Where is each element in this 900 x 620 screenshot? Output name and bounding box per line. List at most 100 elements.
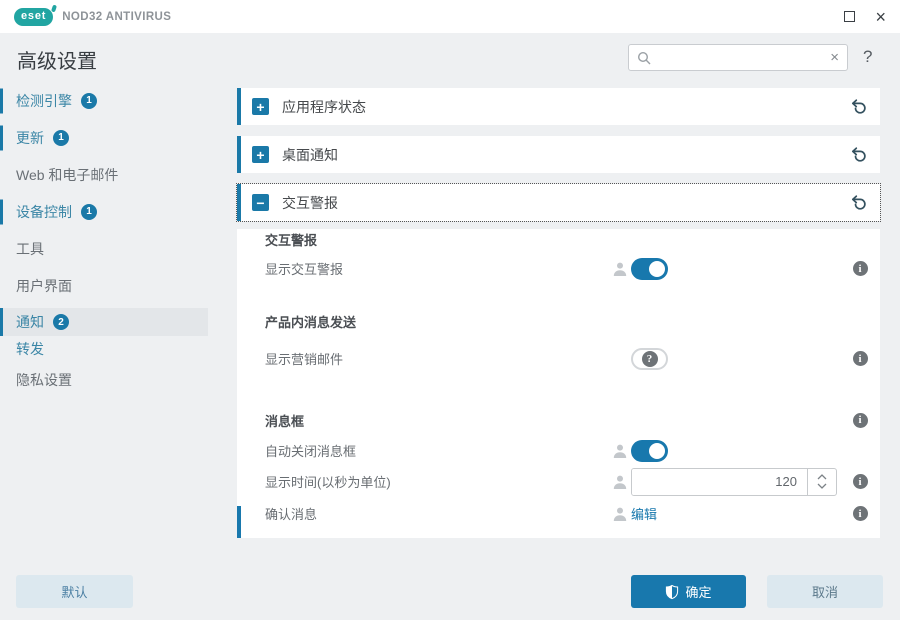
group-heading-label: 消息框 [265, 413, 305, 429]
uac-shield-icon [666, 584, 679, 599]
display-time-input-group [631, 467, 837, 496]
setting-label: 显示交互警报 [265, 262, 344, 277]
info-slot: i [852, 412, 868, 428]
sidebar-item-label: 设备控制 [16, 203, 72, 220]
display-time-input[interactable] [632, 468, 807, 495]
sidebar-item-forwarding[interactable]: 转发 [0, 336, 235, 361]
control-column: 编辑 [631, 504, 837, 523]
section-title: 桌面通知 [282, 146, 338, 163]
modified-indicator [0, 199, 3, 224]
default-button[interactable]: 默认 [16, 575, 133, 608]
window-controls: × [844, 8, 886, 26]
group-heading-label: 交互警报 [265, 232, 318, 248]
section-title: 交互警报 [282, 194, 338, 211]
eset-logo: eset [14, 4, 58, 26]
group-heading-interactive-alerts: 交互警报 [237, 229, 880, 249]
help-icon[interactable]: ? [863, 47, 872, 67]
setting-label: 显示时间(以秒为单位) [265, 475, 391, 490]
sidebar-item-web-email[interactable]: Web 和电子邮件 [0, 156, 235, 193]
sidebar-item-privacy-settings[interactable]: 隐私设置 [0, 361, 235, 398]
group-heading-label: 产品内消息发送 [265, 314, 357, 330]
toggle-auto-close-message-boxes[interactable] [631, 439, 668, 462]
sidebar-item-label: 用户界面 [16, 277, 72, 294]
titlebar: eset NOD32 ANTIVIRUS × [0, 0, 900, 33]
group-heading-message-boxes: 消息框 i [237, 410, 880, 430]
control-column [631, 257, 837, 280]
control-column [631, 439, 837, 462]
user-icon [612, 506, 628, 522]
modified-setting-marker [237, 506, 241, 538]
search-input[interactable] [657, 50, 825, 65]
control-column [631, 467, 837, 496]
eset-logo-text: eset [21, 9, 47, 22]
info-slot: i [852, 261, 868, 276]
cancel-button[interactable]: 取消 [767, 575, 883, 608]
section-interactive-alerts[interactable]: − 交互警报 [236, 183, 881, 222]
setting-row-show-interactive-alerts: 显示交互警报 i [237, 253, 880, 284]
search-clear-icon[interactable]: × [830, 50, 839, 65]
number-spinner [807, 468, 836, 495]
sidebar-item-update[interactable]: 更新 1 [0, 119, 235, 156]
expand-icon: + [252, 98, 269, 115]
collapse-icon: − [252, 194, 269, 211]
sidebar-item-user-interface[interactable]: 用户界面 [0, 267, 235, 304]
sidebar-item-notifications[interactable]: 通知 2 [0, 308, 208, 336]
ok-button[interactable]: 确定 [631, 575, 746, 608]
section-application-statuses[interactable]: + 应用程序状态 [237, 88, 880, 125]
maximize-button[interactable] [844, 11, 856, 22]
interactive-alerts-panel: 交互警报 显示交互警报 i 产品内消息发送 显示营销邮件 ? i 消息框 i 自… [237, 229, 880, 538]
ok-button-label: 确定 [685, 585, 712, 600]
sidebar-item-label: Web 和电子邮件 [16, 166, 119, 183]
expand-icon: + [252, 146, 269, 163]
search-box[interactable]: × [628, 44, 848, 71]
toggle-knob [649, 260, 665, 277]
notification-badge: 1 [53, 129, 69, 146]
close-button[interactable]: × [875, 8, 886, 26]
control-column: ? [631, 347, 837, 370]
product-name: NOD32 ANTIVIRUS [62, 10, 172, 23]
modified-indicator [0, 88, 3, 113]
setting-row-show-marketing-email: 显示营销邮件 ? i [237, 343, 880, 374]
info-icon[interactable]: i [852, 506, 868, 521]
reset-to-default-button[interactable] [850, 98, 867, 115]
info-slot: i [852, 351, 868, 366]
user-icon [612, 474, 628, 490]
info-icon[interactable]: i [852, 474, 868, 489]
notification-badge: 2 [53, 314, 69, 330]
toggle-show-interactive-alerts[interactable] [631, 257, 668, 280]
setting-row-auto-close-message-boxes: 自动关闭消息框 [237, 435, 880, 466]
user-icon [612, 443, 628, 459]
setting-label: 确认消息 [265, 507, 318, 522]
settings-main: + 应用程序状态 + 桌面通知 − 交互警报 交互警报 显示交互警报 i 产品内… [236, 88, 881, 538]
toggle-show-marketing-email-unknown[interactable]: ? [631, 347, 668, 370]
section-title: 应用程序状态 [282, 98, 366, 115]
setting-row-display-time-seconds: 显示时间(以秒为单位) i [237, 466, 880, 497]
undo-icon [851, 195, 866, 210]
setting-row-confirmation-messages: 确认消息 编辑 i [237, 498, 880, 529]
notification-badge: 1 [81, 203, 97, 220]
sidebar-item-label: 通知 [16, 314, 44, 330]
sidebar-item-tools[interactable]: 工具 [0, 230, 235, 267]
info-icon[interactable]: i [852, 351, 868, 366]
toggle-knob [649, 442, 665, 459]
info-slot: i [852, 474, 868, 489]
sidebar-item-detection-engine[interactable]: 检测引擎 1 [0, 82, 235, 119]
reset-to-default-button[interactable] [850, 146, 867, 163]
section-desktop-notifications[interactable]: + 桌面通知 [237, 136, 880, 173]
sidebar-item-label: 转发 [16, 340, 44, 357]
info-icon[interactable]: i [852, 261, 868, 276]
reset-to-default-button[interactable] [850, 194, 867, 211]
setting-label: 显示营销邮件 [265, 352, 344, 367]
sidebar-item-device-control[interactable]: 设备控制 1 [0, 193, 235, 230]
modified-indicator [0, 308, 3, 336]
sidebar-item-label: 隐私设置 [16, 371, 72, 388]
spinner-up-button[interactable] [817, 474, 827, 480]
sidebar-item-label: 更新 [16, 129, 44, 146]
modified-indicator [0, 125, 3, 150]
info-slot: i [852, 506, 868, 521]
undo-icon [851, 99, 866, 114]
edit-link[interactable]: 编辑 [631, 504, 657, 523]
info-icon[interactable]: i [852, 412, 868, 428]
user-icon [612, 261, 628, 277]
spinner-down-button[interactable] [817, 483, 827, 489]
